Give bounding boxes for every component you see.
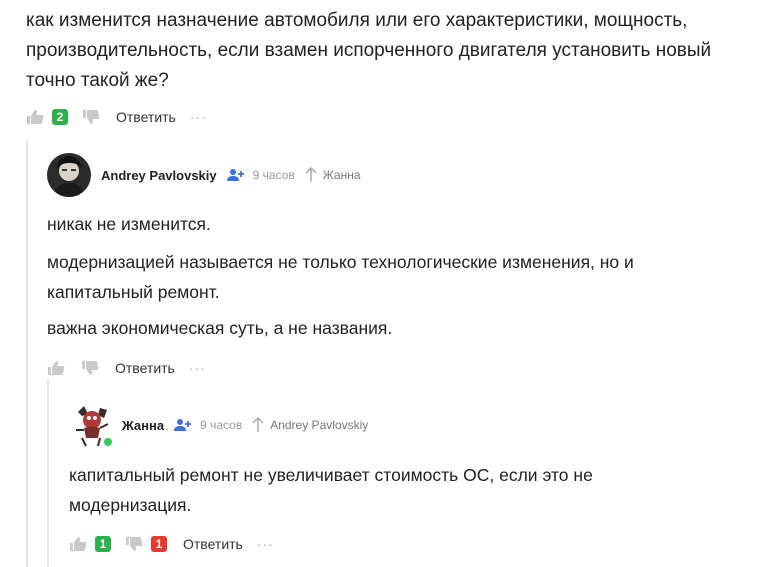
online-status-dot xyxy=(102,436,114,448)
likes-count-badge: 1 xyxy=(95,536,111,552)
thumb-down-icon[interactable] xyxy=(81,360,99,376)
comment-actions: Ответить ··· xyxy=(47,357,206,379)
reply-button[interactable]: Ответить xyxy=(115,360,175,376)
follow-user-icon[interactable] xyxy=(174,418,192,432)
follow-user-icon[interactable] xyxy=(226,168,245,182)
reply-to-user[interactable]: Жанна xyxy=(323,168,361,182)
thumb-down-icon[interactable] xyxy=(82,109,100,125)
comment-meta: Жанна 9 часов Andrey Pavlovskiy xyxy=(122,413,368,437)
likes-count-badge: 2 xyxy=(52,109,68,125)
comment-paragraph: модернизацией называется не только техно… xyxy=(47,252,634,272)
reply-to-user[interactable]: Andrey Pavlovskiy xyxy=(270,418,368,432)
reply-button[interactable]: Ответить xyxy=(116,109,176,125)
comment-time: 9 часов xyxy=(200,418,243,432)
arrow-up-icon xyxy=(305,167,317,183)
comment-paragraph: капитальный ремонт. xyxy=(47,282,220,302)
thumb-up-icon[interactable] xyxy=(69,536,87,552)
more-options-button[interactable]: ··· xyxy=(190,109,207,125)
comment-paragraph: модернизация. xyxy=(69,495,192,515)
comment-actions: 2 Ответить ··· xyxy=(26,106,207,128)
comment-time: 9 часов xyxy=(252,168,295,182)
thread-line xyxy=(26,140,28,567)
more-options-button[interactable]: ··· xyxy=(189,360,206,376)
dislikes-count-badge: 1 xyxy=(151,536,167,552)
comment-line: как изменится назначение автомобиля или … xyxy=(26,10,688,31)
comment-paragraph: важна экономическая суть, а не названия. xyxy=(47,318,393,338)
comment-actions: 1 1 Ответить ··· xyxy=(69,533,274,555)
comment-paragraph: капитальный ремонт не увеличивает стоимо… xyxy=(69,465,593,485)
comment-text: как изменится назначение автомобиля или … xyxy=(26,6,711,96)
thumb-up-icon[interactable] xyxy=(26,109,44,125)
author-name[interactable]: Жанна xyxy=(122,418,164,433)
comment-paragraph: никак не изменится. xyxy=(47,214,211,234)
author-name[interactable]: Andrey Pavlovskiy xyxy=(101,168,217,183)
thumb-down-icon[interactable] xyxy=(125,536,143,552)
thread-line xyxy=(47,380,49,567)
avatar[interactable] xyxy=(47,153,91,197)
comment-line: производительность, если взамен испорчен… xyxy=(26,40,712,61)
comment-line: точно такой же? xyxy=(26,70,169,91)
more-options-button[interactable]: ··· xyxy=(257,536,274,552)
arrow-up-icon xyxy=(252,417,264,433)
reply-button[interactable]: Ответить xyxy=(183,536,243,552)
avatar[interactable] xyxy=(70,402,116,448)
comment-meta: Andrey Pavlovskiy 9 часов Жанна xyxy=(101,163,361,187)
thumb-up-icon[interactable] xyxy=(47,360,65,376)
